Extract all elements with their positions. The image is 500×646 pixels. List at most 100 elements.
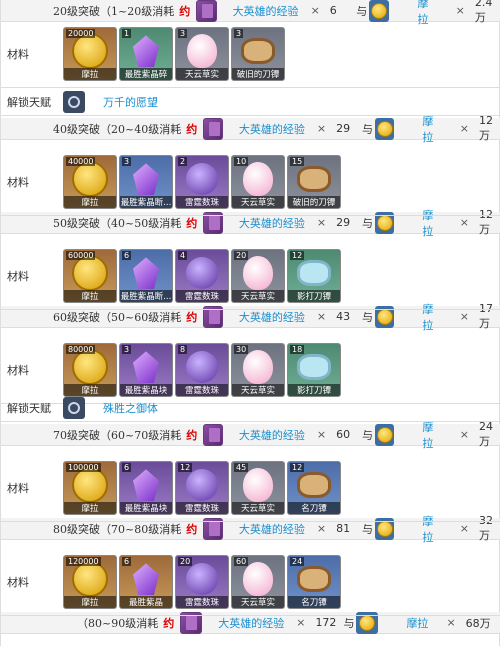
material-item[interactable]: 3 破旧的刀镡 [231,26,285,81]
materials-row: 材料 40000 摩拉 3 最胜紫晶断... 2 雷霆数珠 10 天云草实 15 破旧的刀镡 [1,148,500,216]
material-item[interactable]: 45 天云草实 [231,460,285,515]
material-item[interactable]: 6 最胜紫晶块 [119,460,173,515]
naku-weed-icon [243,350,273,385]
material-item[interactable]: 3 最胜紫晶断... [119,154,173,209]
amethyst-fragment-icon [133,257,159,290]
mora-coin-icon [72,467,108,504]
material-count: 6 [122,462,132,472]
material-item[interactable]: 3 天云草实 [175,26,229,81]
material-item[interactable]: 15 破旧的刀镡 [287,154,341,209]
material-count: 20 [234,250,249,260]
unlock-talent-label: 解锁天赋 [7,95,51,109]
material-count: 3 [234,28,244,38]
approx-label: 约 [186,216,198,230]
exp-count: 172 [315,616,337,629]
times-sign: × [446,616,456,629]
mora-amount: 12万 [478,114,493,142]
material-name: 最胜紫晶块 [120,501,172,514]
material-count: 12 [290,462,305,472]
times-sign: × [455,4,465,17]
material-item[interactable]: 120000 摩拉 [63,554,117,609]
material-name: 摩拉 [64,195,116,208]
times-sign: × [459,216,469,229]
times-sign: × [316,428,327,441]
materials-label: 材料 [7,175,29,189]
material-name: 破旧的刀镡 [288,195,340,208]
mora-coin-icon [72,255,108,292]
material-item[interactable]: 60 天云草实 [231,554,285,609]
material-item[interactable]: 20 雷霆数珠 [175,554,229,609]
mora-icon [369,0,390,22]
material-item[interactable]: 30 天云草实 [231,342,285,397]
material-item[interactable]: 40000 摩拉 [63,154,117,209]
hero-exp-link[interactable]: 大英雄的经验 [218,615,284,631]
material-item[interactable]: 80000 摩拉 [63,342,117,397]
material-item[interactable]: 18 影打刀镡 [287,342,341,397]
hero-exp-link[interactable]: 大英雄的经验 [239,427,305,443]
amethyst-gemstone-icon [133,563,159,596]
material-item[interactable]: 6 最胜紫晶断... [119,248,173,303]
material-item[interactable]: 8 雷霆数珠 [175,342,229,397]
and-label: 与 [361,216,373,230]
and-label: 与 [361,522,373,536]
old-handguard-icon [241,38,275,65]
material-name: 影打刀镡 [288,289,340,302]
material-count: 100000 [66,462,101,472]
material-item[interactable]: 2 雷霆数珠 [175,154,229,209]
material-count: 15 [290,156,305,166]
material-item[interactable]: 100000 摩拉 [63,460,117,515]
material-item[interactable]: 6 最胜紫晶 [119,554,173,609]
materials-list: 60000 摩拉 6 最胜紫晶断... 4 雷霆数珠 20 天云草实 12 影打刀镡 [63,248,341,303]
material-item[interactable]: 24 名刀镡 [287,554,341,609]
naku-weed-icon [243,162,273,197]
material-count: 10 [234,156,249,166]
approx-label: 约 [163,616,175,630]
ascension-table: 20级突破（1~20级消耗约大英雄的经验 × 6 与摩拉 × 2.4万 40级突破（20~4… [0,0,500,646]
mora-link[interactable]: 摩拉 [422,419,441,451]
thunder-prism-icon [186,563,218,596]
mora-link[interactable]: 摩拉 [422,113,441,145]
hero-exp-link[interactable]: 大英雄的经验 [233,3,299,19]
approx-label: 约 [186,310,198,324]
mora-coin-icon [72,33,108,70]
material-item[interactable]: 60000 摩拉 [63,248,117,303]
material-item[interactable]: 12 雷霆数珠 [175,460,229,515]
mora-link[interactable]: 摩拉 [406,615,428,631]
unlock-talent-row: 解锁天赋 殊胜之御体 [1,394,500,422]
material-item[interactable]: 12 影打刀镡 [287,248,341,303]
hero-exp-link[interactable]: 大英雄的经验 [239,521,305,537]
stage-header-row: 40级突破（20~40级消耗约 大英雄的经验 × 29 与 摩拉 × 12万 [1,114,500,144]
naku-weed-icon [187,34,217,69]
material-item[interactable]: 12 名刀镡 [287,460,341,515]
material-item[interactable]: 20000 摩拉 [63,26,117,81]
material-item[interactable]: 20 天云草实 [231,248,285,303]
materials-row: 材料 100000 摩拉 6 最胜紫晶块 12 雷霆数珠 45 天云草实 12 名刀镡 [1,454,500,522]
material-item[interactable]: 10 天云草实 [231,154,285,209]
material-name: 雷霆数珠 [176,289,228,302]
talent-name-link[interactable]: 殊胜之御体 [103,400,158,416]
material-name: 天云草实 [232,195,284,208]
talent-name-link[interactable]: 万千的愿望 [103,94,158,110]
unlock-talent-row: 解锁天赋 万千的愿望 [1,88,500,116]
material-item[interactable]: 4 雷霆数珠 [175,248,229,303]
hero-exp-link[interactable]: 大英雄的经验 [239,215,305,231]
material-name: 摩拉 [64,595,116,608]
hero-exp-link[interactable]: 大英雄的经验 [239,309,305,325]
naku-weed-icon [243,562,273,597]
material-item[interactable]: 3 最胜紫晶块 [119,342,173,397]
approx-label: 约 [186,122,198,136]
material-count: 3 [122,344,132,354]
naku-weed-icon [243,468,273,503]
material-name: 摩拉 [64,289,116,302]
times-sign: × [296,616,306,629]
material-count: 6 [122,250,132,260]
materials-list: 80000 摩拉 3 最胜紫晶块 8 雷霆数珠 30 天云草实 18 影打刀镡 [63,342,341,397]
material-item[interactable]: 1 最胜紫晶碎 [119,26,173,81]
material-count: 80000 [66,344,96,354]
times-sign: × [316,522,327,535]
stage-title: 40级突破（20~40级消耗 [53,122,182,136]
exp-count: 29 [336,122,351,135]
material-count: 20000 [66,28,96,38]
hero-exp-link[interactable]: 大英雄的经验 [239,121,305,137]
talent-blade-icon [63,396,85,419]
